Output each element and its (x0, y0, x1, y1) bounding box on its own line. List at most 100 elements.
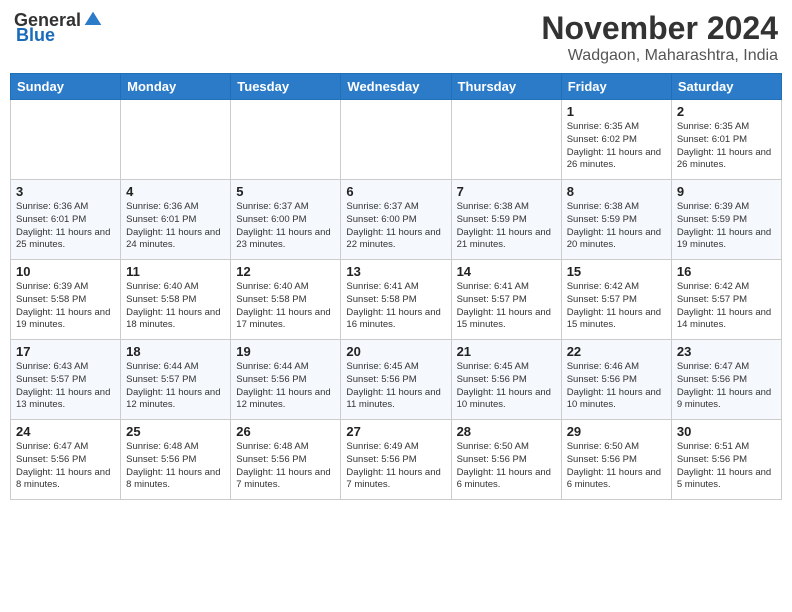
day-cell: 16 Sunrise: 6:42 AM Sunset: 5:57 PM Dayli… (671, 260, 781, 340)
day-number: 18 (126, 344, 225, 359)
day-info: Sunrise: 6:46 AM Sunset: 5:56 PM Dayligh… (567, 361, 666, 412)
day-info: Sunrise: 6:36 AM Sunset: 6:01 PM Dayligh… (126, 201, 225, 252)
day-number: 2 (677, 104, 776, 119)
day-cell: 4 Sunrise: 6:36 AM Sunset: 6:01 PM Daylig… (121, 180, 231, 260)
day-cell: 12Sunrise: 6:40 AM Sunset: 5:58 PM Dayli… (231, 260, 341, 340)
day-info: Sunrise: 6:37 AM Sunset: 6:00 PM Dayligh… (346, 201, 445, 252)
day-cell: 23 Sunrise: 6:47 AM Sunset: 5:56 PM Dayli… (671, 340, 781, 420)
day-info: Sunrise: 6:45 AM Sunset: 5:56 PM Dayligh… (457, 361, 556, 412)
day-number: 24 (16, 424, 115, 439)
day-cell (341, 100, 451, 180)
day-info: Sunrise: 6:50 AM Sunset: 5:56 PM Dayligh… (567, 441, 666, 492)
logo-blue-text: Blue (16, 25, 55, 46)
day-cell: 3Sunrise: 6:36 AM Sunset: 6:01 PM Daylig… (11, 180, 121, 260)
day-number: 25 (126, 424, 225, 439)
day-number: 17 (16, 344, 115, 359)
day-number: 13 (346, 264, 445, 279)
day-cell: 9 Sunrise: 6:39 AM Sunset: 5:59 PM Daylig… (671, 180, 781, 260)
day-info: Sunrise: 6:50 AM Sunset: 5:56 PM Dayligh… (457, 441, 556, 492)
day-cell: 27 Sunrise: 6:49 AM Sunset: 5:56 PM Dayli… (341, 420, 451, 500)
day-number: 22 (567, 344, 666, 359)
day-cell: 6 Sunrise: 6:37 AM Sunset: 6:00 PM Daylig… (341, 180, 451, 260)
day-number: 19 (236, 344, 335, 359)
day-number: 14 (457, 264, 556, 279)
day-info: Sunrise: 6:38 AM Sunset: 5:59 PM Dayligh… (457, 201, 556, 252)
day-info: Sunrise: 6:37 AM Sunset: 6:00 PM Dayligh… (236, 201, 335, 252)
day-cell: 1 Sunrise: 6:35 AM Sunset: 6:02 PM Daylig… (561, 100, 671, 180)
day-number: 27 (346, 424, 445, 439)
day-number: 7 (457, 184, 556, 199)
day-info: Sunrise: 6:42 AM Sunset: 5:57 PM Dayligh… (677, 281, 776, 332)
location-text: Wadgaon, Maharashtra, India (541, 47, 778, 65)
day-number: 6 (346, 184, 445, 199)
day-cell: 17 Sunrise: 6:43 AM Sunset: 5:57 PM Dayli… (11, 340, 121, 420)
day-cell: 15 Sunrise: 6:42 AM Sunset: 5:57 PM Dayli… (561, 260, 671, 340)
page-header: General Blue November 2024 Wadgaon, Maha… (10, 10, 782, 65)
day-info: Sunrise: 6:47 AM Sunset: 5:56 PM Dayligh… (677, 361, 776, 412)
day-cell: 18Sunrise: 6:44 AM Sunset: 5:57 PM Dayli… (121, 340, 231, 420)
day-number: 21 (457, 344, 556, 359)
day-info: Sunrise: 6:47 AM Sunset: 5:56 PM Dayligh… (16, 441, 115, 492)
day-cell (121, 100, 231, 180)
day-number: 5 (236, 184, 335, 199)
day-info: Sunrise: 6:40 AM Sunset: 5:58 PM Dayligh… (236, 281, 335, 332)
day-cell: 8 Sunrise: 6:38 AM Sunset: 5:59 PM Daylig… (561, 180, 671, 260)
day-number: 28 (457, 424, 556, 439)
day-cell (11, 100, 121, 180)
day-info: Sunrise: 6:43 AM Sunset: 5:57 PM Dayligh… (16, 361, 115, 412)
day-info: Sunrise: 6:51 AM Sunset: 5:56 PM Dayligh… (677, 441, 776, 492)
day-number: 1 (567, 104, 666, 119)
logo-icon (83, 10, 103, 30)
day-cell: 24 Sunrise: 6:47 AM Sunset: 5:56 PM Dayli… (11, 420, 121, 500)
day-cell: 11 Sunrise: 6:40 AM Sunset: 5:58 PM Dayli… (121, 260, 231, 340)
weekday-header-tuesday: Tuesday (231, 74, 341, 100)
day-info: Sunrise: 6:40 AM Sunset: 5:58 PM Dayligh… (126, 281, 225, 332)
day-number: 9 (677, 184, 776, 199)
weekday-header-saturday: Saturday (671, 74, 781, 100)
week-row-2: 3Sunrise: 6:36 AM Sunset: 6:01 PM Daylig… (11, 180, 782, 260)
day-info: Sunrise: 6:41 AM Sunset: 5:58 PM Dayligh… (346, 281, 445, 332)
day-number: 4 (126, 184, 225, 199)
day-cell: 26Sunrise: 6:48 AM Sunset: 5:56 PM Dayli… (231, 420, 341, 500)
day-cell: 20Sunrise: 6:45 AM Sunset: 5:56 PM Dayli… (341, 340, 451, 420)
day-info: Sunrise: 6:49 AM Sunset: 5:56 PM Dayligh… (346, 441, 445, 492)
day-number: 11 (126, 264, 225, 279)
day-cell: 2Sunrise: 6:35 AM Sunset: 6:01 PM Daylig… (671, 100, 781, 180)
day-number: 8 (567, 184, 666, 199)
day-cell: 7 Sunrise: 6:38 AM Sunset: 5:59 PM Daylig… (451, 180, 561, 260)
day-cell: 28 Sunrise: 6:50 AM Sunset: 5:56 PM Dayli… (451, 420, 561, 500)
weekday-header-wednesday: Wednesday (341, 74, 451, 100)
day-cell: 14 Sunrise: 6:41 AM Sunset: 5:57 PM Dayli… (451, 260, 561, 340)
logo: General Blue (14, 10, 103, 46)
day-number: 16 (677, 264, 776, 279)
day-number: 15 (567, 264, 666, 279)
day-info: Sunrise: 6:48 AM Sunset: 5:56 PM Dayligh… (126, 441, 225, 492)
week-row-1: 1 Sunrise: 6:35 AM Sunset: 6:02 PM Daylig… (11, 100, 782, 180)
day-info: Sunrise: 6:42 AM Sunset: 5:57 PM Dayligh… (567, 281, 666, 332)
day-cell: 13 Sunrise: 6:41 AM Sunset: 5:58 PM Dayli… (341, 260, 451, 340)
day-info: Sunrise: 6:35 AM Sunset: 6:02 PM Dayligh… (567, 121, 666, 172)
day-info: Sunrise: 6:39 AM Sunset: 5:58 PM Dayligh… (16, 281, 115, 332)
day-info: Sunrise: 6:44 AM Sunset: 5:56 PM Dayligh… (236, 361, 335, 412)
month-title: November 2024 (541, 10, 778, 47)
week-row-3: 10 Sunrise: 6:39 AM Sunset: 5:58 PM Dayli… (11, 260, 782, 340)
weekday-header-sunday: Sunday (11, 74, 121, 100)
day-cell: 30Sunrise: 6:51 AM Sunset: 5:56 PM Dayli… (671, 420, 781, 500)
day-info: Sunrise: 6:41 AM Sunset: 5:57 PM Dayligh… (457, 281, 556, 332)
day-number: 29 (567, 424, 666, 439)
day-info: Sunrise: 6:38 AM Sunset: 5:59 PM Dayligh… (567, 201, 666, 252)
weekday-header-row: SundayMondayTuesdayWednesdayThursdayFrid… (11, 74, 782, 100)
day-cell: 19 Sunrise: 6:44 AM Sunset: 5:56 PM Dayli… (231, 340, 341, 420)
week-row-5: 24 Sunrise: 6:47 AM Sunset: 5:56 PM Dayli… (11, 420, 782, 500)
day-number: 10 (16, 264, 115, 279)
title-area: November 2024 Wadgaon, Maharashtra, Indi… (541, 10, 778, 65)
weekday-header-monday: Monday (121, 74, 231, 100)
day-cell (231, 100, 341, 180)
weekday-header-friday: Friday (561, 74, 671, 100)
day-cell: 25 Sunrise: 6:48 AM Sunset: 5:56 PM Dayli… (121, 420, 231, 500)
calendar-table: SundayMondayTuesdayWednesdayThursdayFrid… (10, 73, 782, 500)
weekday-header-thursday: Thursday (451, 74, 561, 100)
day-info: Sunrise: 6:36 AM Sunset: 6:01 PM Dayligh… (16, 201, 115, 252)
day-info: Sunrise: 6:39 AM Sunset: 5:59 PM Dayligh… (677, 201, 776, 252)
day-number: 23 (677, 344, 776, 359)
